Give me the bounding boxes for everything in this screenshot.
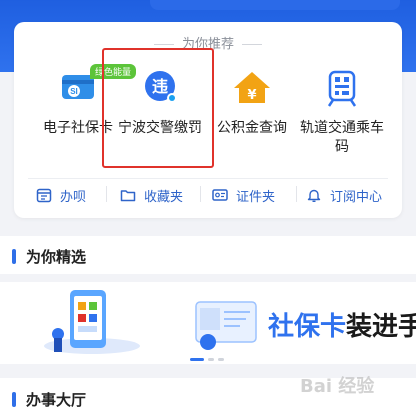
hall-title-text: 办事大厅 <box>26 391 87 409</box>
quick-link-favorites[interactable]: 收藏夹 <box>120 182 183 208</box>
quick-link-banbei[interactable]: 办呗 <box>36 182 86 208</box>
banner-headline-highlight: 社保卡 <box>268 312 347 342</box>
banner-pagination <box>190 358 224 361</box>
quick-link-label: 办呗 <box>60 189 87 205</box>
hall-title: 办事大厅 <box>12 389 86 410</box>
quick-link-label: 证件夹 <box>236 189 276 205</box>
housing-fund-glyph: ¥ <box>247 88 256 103</box>
quick-link-label: 收藏夹 <box>144 189 184 205</box>
quick-link-separator <box>296 186 297 202</box>
metro-qr-icon <box>320 66 364 110</box>
quick-link-separator <box>200 186 201 202</box>
header-search-pill[interactable] <box>150 0 400 10</box>
picks-title-text: 为你精选 <box>26 248 87 266</box>
card-divider <box>28 178 388 179</box>
pagination-dot[interactable] <box>208 358 214 361</box>
banner-headline-rest: 装进手 <box>346 312 416 342</box>
picks-banner[interactable]: 社保卡装进手 <box>0 282 416 364</box>
calendar-icon <box>36 188 52 203</box>
picks-title: 为你精选 <box>12 246 86 267</box>
section-accent-bar <box>12 392 16 407</box>
housing-fund-icon: ¥ <box>230 66 274 110</box>
quick-link-id-wallet[interactable]: 证件夹 <box>212 182 275 208</box>
quick-link-label: 订阅中心 <box>330 189 383 205</box>
watermark: Bai 经验 <box>300 376 375 397</box>
section-accent-bar <box>12 249 16 264</box>
pagination-dot[interactable] <box>218 358 224 361</box>
service-housing-fund[interactable]: ¥ 公积金查询 <box>202 66 302 138</box>
recommend-card: 为你推荐 SI 电子社保卡 绿色能量 违 宁波交警缴罚 ¥ 公积金查询 轨道交通… <box>14 22 402 218</box>
pagination-dot-active[interactable] <box>190 358 204 361</box>
service-metro-qr[interactable]: 轨道交通乘车码 <box>290 66 394 157</box>
quick-link-separator <box>106 186 107 202</box>
quick-link-subscriptions[interactable]: 订阅中心 <box>306 182 382 208</box>
svg-text:SI: SI <box>70 87 78 96</box>
id-card-icon <box>212 189 228 201</box>
service-label: 轨道交通乘车码 <box>300 120 384 155</box>
folder-icon <box>120 190 136 202</box>
service-label: 公积金查询 <box>217 120 287 136</box>
banner-headline: 社保卡装进手 <box>268 306 416 343</box>
selection-highlight-box <box>102 48 214 168</box>
picks-section-header: 为你精选 <box>0 236 416 274</box>
bell-icon <box>307 189 321 203</box>
